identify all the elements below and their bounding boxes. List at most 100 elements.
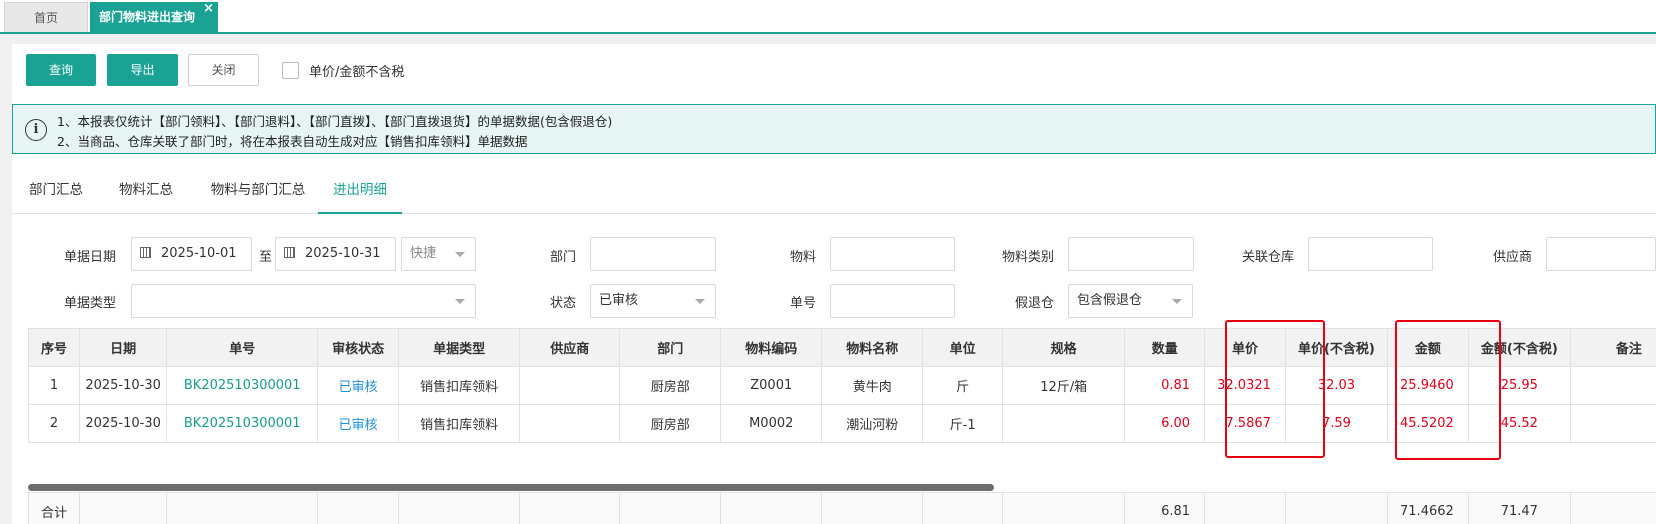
- tab-dept-material-query[interactable]: 部门物料进出查询 ×: [90, 0, 218, 32]
- tab-label: 部门物料进出查询: [98, 10, 195, 24]
- tab-home[interactable]: 首页: [4, 2, 88, 32]
- date-from-value: 2025-10-01: [161, 246, 237, 261]
- table-header-row: 序号 日期 单号 审核状态 单据类型 供应商 部门 物料编码 物料名称 单位 规…: [28, 328, 1656, 367]
- cell-seq: 1: [28, 366, 81, 405]
- cell-spec: [1002, 404, 1126, 443]
- col-header-qty[interactable]: 数量: [1124, 328, 1206, 367]
- col-header-price[interactable]: 单价: [1204, 328, 1286, 367]
- calendar-icon: [284, 247, 295, 258]
- material-input[interactable]: [830, 237, 955, 271]
- total-amount: 71.4662: [1386, 492, 1469, 524]
- tab-material-dept-summary[interactable]: 物料与部门汇总: [194, 166, 322, 214]
- col-header-audit-status[interactable]: 审核状态: [317, 328, 400, 367]
- status-select[interactable]: 已审核: [590, 284, 716, 318]
- col-header-seq[interactable]: 序号: [28, 328, 81, 367]
- cell-unit: 斤: [922, 366, 1004, 405]
- cell-supplier: [519, 366, 621, 405]
- col-header-date[interactable]: 日期: [79, 328, 168, 367]
- close-icon[interactable]: ×: [203, 0, 214, 24]
- tab-detail[interactable]: 进出明细: [318, 166, 402, 214]
- table-row[interactable]: 1 2025-10-30 BK202510300001 已审核 销售扣库领料 厨…: [28, 366, 1656, 405]
- col-header-amount-ex-tax[interactable]: 金额(不含税): [1467, 328, 1571, 367]
- dept-input[interactable]: [590, 237, 716, 271]
- cell-doc-no-link[interactable]: BK202510300001: [166, 366, 319, 405]
- material-label: 物料: [789, 250, 816, 265]
- supplier-label: 供应商: [1492, 250, 1532, 265]
- dept-label: 部门: [549, 250, 576, 265]
- doc-no-input[interactable]: [830, 284, 955, 318]
- totals-row: 合计 6.81 71.4662 71.47: [27, 492, 1656, 524]
- cell-price-ex-tax: 32.03: [1284, 366, 1388, 405]
- cell-price: 7.5867: [1204, 404, 1286, 443]
- cell-material-name: 潮汕河粉: [821, 404, 924, 443]
- col-header-doc-no[interactable]: 单号: [166, 328, 319, 367]
- notice-line-1: 1、本报表仅统计【部门领料】、【部门退料】、【部门直拨】、【部门直拨退货】的单据…: [57, 114, 613, 129]
- cell-doc-type: 销售扣库领料: [398, 366, 521, 405]
- doc-no-label: 单号: [789, 296, 816, 311]
- col-header-material-code[interactable]: 物料编码: [720, 328, 823, 367]
- tab-material-summary[interactable]: 物料汇总: [108, 166, 184, 214]
- status-value: 已审核: [599, 293, 639, 308]
- total-amount-ex-tax: 71.47: [1467, 492, 1571, 524]
- table-row[interactable]: 2 2025-10-30 BK202510300001 已审核 销售扣库领料 厨…: [28, 404, 1656, 443]
- chevron-down-icon: [455, 299, 465, 304]
- query-button[interactable]: 查询: [26, 54, 96, 86]
- close-button[interactable]: 关闭: [188, 54, 259, 86]
- cell-material-code: M0002: [720, 404, 823, 443]
- col-header-spec[interactable]: 规格: [1002, 328, 1126, 367]
- cell-amount-ex-tax: 25.95: [1467, 366, 1571, 405]
- quick-date-select[interactable]: 快捷: [401, 237, 476, 271]
- chevron-down-icon: [695, 299, 705, 304]
- cell-date: 2025-10-30: [79, 366, 168, 405]
- report-tabs: 部门汇总 物料汇总 物料与部门汇总 进出明细: [12, 166, 1656, 214]
- cell-doc-type: 销售扣库领料: [398, 404, 521, 443]
- cell-qty: 6.00: [1124, 404, 1206, 443]
- date-from-input[interactable]: 2025-10-01: [131, 237, 252, 271]
- col-header-amount[interactable]: 金额: [1386, 328, 1469, 367]
- col-header-remark[interactable]: 备注: [1569, 328, 1656, 367]
- content-panel: 查询 导出 关闭 单价/金额不含税 i 1、本报表仅统计【部门领料】、【部门退料…: [12, 44, 1656, 524]
- doc-type-label: 单据类型: [63, 296, 116, 311]
- cell-doc-no-link[interactable]: BK202510300001: [166, 404, 319, 443]
- supplier-input[interactable]: [1546, 237, 1656, 271]
- date-to-value: 2025-10-31: [305, 246, 381, 261]
- info-icon: i: [25, 119, 47, 141]
- cell-seq: 2: [28, 404, 81, 443]
- warehouse-label: 关联仓库: [1241, 250, 1294, 265]
- date-to-input[interactable]: 2025-10-31: [275, 237, 396, 271]
- cell-date: 2025-10-30: [79, 404, 168, 443]
- date-range-separator: 至: [258, 250, 272, 265]
- detail-grid: 序号 日期 单号 审核状态 单据类型 供应商 部门 物料编码 物料名称 单位 规…: [28, 328, 1656, 498]
- notice-line-2: 2、当商品、仓库关联了部门时，将在本报表自动生成对应【销售扣库领料】单据数据: [57, 134, 528, 149]
- cell-material-name: 黄牛肉: [821, 366, 924, 405]
- cell-amount-ex-tax: 45.52: [1467, 404, 1571, 443]
- cell-dept: 厨房部: [619, 404, 722, 443]
- col-header-doc-type[interactable]: 单据类型: [398, 328, 521, 367]
- col-header-price-ex-tax[interactable]: 单价(不含税): [1284, 328, 1388, 367]
- fake-return-value: 包含假退仓: [1077, 293, 1143, 308]
- cell-supplier: [519, 404, 621, 443]
- cell-audit-status: 已审核: [317, 404, 400, 443]
- tab-strip: 首页 部门物料进出查询 ×: [0, 0, 1656, 34]
- cell-qty: 0.81: [1124, 366, 1206, 405]
- doc-type-select[interactable]: [131, 284, 476, 318]
- tax-exclusive-label: 单价/金额不含税: [309, 65, 405, 80]
- chevron-down-icon: [1172, 299, 1182, 304]
- warehouse-input[interactable]: [1308, 237, 1433, 271]
- cell-audit-status: 已审核: [317, 366, 400, 405]
- cell-price: 32.0321: [1204, 366, 1286, 405]
- col-header-unit[interactable]: 单位: [922, 328, 1004, 367]
- horizontal-scrollbar[interactable]: [28, 484, 994, 491]
- cell-amount: 45.5202: [1386, 404, 1469, 443]
- category-input[interactable]: [1068, 237, 1194, 271]
- tax-exclusive-checkbox[interactable]: [282, 62, 299, 79]
- cell-dept: 厨房部: [619, 366, 722, 405]
- col-header-dept[interactable]: 部门: [619, 328, 722, 367]
- tab-dept-summary[interactable]: 部门汇总: [18, 166, 94, 214]
- info-notice: i 1、本报表仅统计【部门领料】、【部门退料】、【部门直拨】、【部门直拨退货】的…: [12, 104, 1656, 154]
- col-header-material-name[interactable]: 物料名称: [821, 328, 924, 367]
- cell-remark: [1569, 404, 1656, 443]
- fake-return-select[interactable]: 包含假退仓: [1068, 284, 1193, 318]
- col-header-supplier[interactable]: 供应商: [519, 328, 621, 367]
- export-button[interactable]: 导出: [107, 54, 178, 86]
